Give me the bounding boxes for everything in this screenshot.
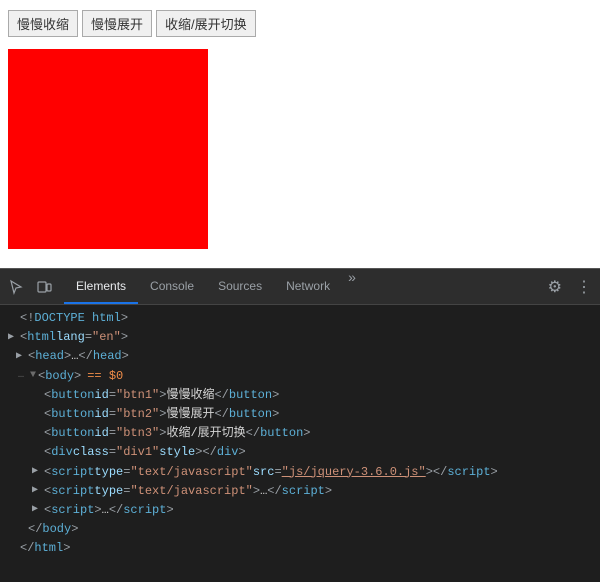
collapse-arrow-script2[interactable]: ▶ bbox=[32, 483, 44, 499]
devtools-panel: Elements Console Sources Network » ⚙ ⋮ <… bbox=[0, 268, 600, 582]
toggle-button[interactable]: 收缩/展开切换 bbox=[156, 10, 256, 37]
btn2-line: <button id="btn2" >慢慢展开</button> bbox=[0, 405, 600, 424]
head-collapsed-line: ▶ <head>…</head> bbox=[0, 347, 600, 366]
html-close-line: </html> bbox=[0, 539, 600, 558]
cursor-icon[interactable] bbox=[4, 275, 28, 299]
body-open-line: … ▼ <body> == $0 bbox=[0, 367, 600, 386]
script1-line: ▶ <script type="text/javascript" src="js… bbox=[0, 463, 600, 482]
btn1-line: <button id="btn1" >慢慢收缩</button> bbox=[0, 386, 600, 405]
tab-network[interactable]: Network bbox=[274, 269, 342, 304]
more-options-button[interactable]: ⋮ bbox=[572, 275, 596, 299]
btn3-line: <button id="btn3" >收缩/展开切换</button> bbox=[0, 424, 600, 443]
div-line: <div class="div1" style ></div> bbox=[0, 443, 600, 462]
collapse-arrow-script1[interactable]: ▶ bbox=[32, 464, 44, 480]
collapse-arrow-script3[interactable]: ▶ bbox=[32, 502, 44, 518]
script3-line: ▶ <script >…</script> bbox=[0, 501, 600, 520]
collapse-arrow-html[interactable]: ▶ bbox=[8, 330, 20, 346]
red-box bbox=[8, 49, 208, 249]
toolbar-icons bbox=[4, 275, 56, 299]
tab-sources[interactable]: Sources bbox=[206, 269, 274, 304]
slow-collapse-button[interactable]: 慢慢收缩 bbox=[8, 10, 78, 37]
doctype-line: <!DOCTYPE html> bbox=[0, 309, 600, 328]
settings-button[interactable]: ⚙ bbox=[544, 275, 566, 299]
button-row: 慢慢收缩 慢慢展开 收缩/展开切换 bbox=[8, 10, 592, 37]
more-tabs-button[interactable]: » bbox=[342, 269, 362, 304]
slow-expand-button[interactable]: 慢慢展开 bbox=[82, 10, 152, 37]
browser-area: 慢慢收缩 慢慢展开 收缩/展开切换 bbox=[0, 0, 600, 268]
devtools-tabs: Elements Console Sources Network » bbox=[64, 269, 544, 304]
tab-console[interactable]: Console bbox=[138, 269, 206, 304]
tab-elements[interactable]: Elements bbox=[64, 269, 138, 304]
html-open-line: ▶ <html lang="en" > bbox=[0, 328, 600, 347]
collapse-arrow-head[interactable]: ▶ bbox=[16, 349, 28, 365]
script2-line: ▶ <script type="text/javascript" >…</scr… bbox=[0, 482, 600, 501]
toolbar-right: ⚙ ⋮ bbox=[544, 275, 596, 299]
devtools-toolbar: Elements Console Sources Network » ⚙ ⋮ bbox=[0, 269, 600, 305]
devtools-content: <!DOCTYPE html> ▶ <html lang="en" > ▶ <h… bbox=[0, 305, 600, 582]
body-close-line: </body> bbox=[0, 520, 600, 539]
device-icon[interactable] bbox=[32, 275, 56, 299]
